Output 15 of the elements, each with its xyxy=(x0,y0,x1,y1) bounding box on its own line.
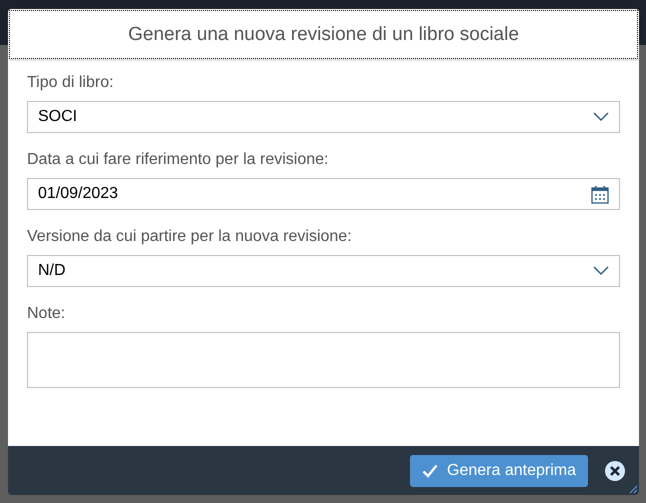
notes-field[interactable] xyxy=(27,332,620,388)
dropdown-field[interactable]: N/D xyxy=(27,255,620,287)
dialog-title: Genera una nuova revisione di un libro sociale xyxy=(128,24,519,46)
date-field[interactable]: 01/09/2023 xyxy=(27,178,620,210)
field-label: Versione da cui partire per la nuova revisione: xyxy=(27,228,353,246)
resize-handle-icon[interactable] xyxy=(629,485,638,494)
chevron-down-icon xyxy=(593,112,609,122)
close-icon[interactable] xyxy=(604,460,626,482)
dropdown-field[interactable]: SOCI xyxy=(27,101,620,133)
calendar-icon[interactable] xyxy=(591,184,609,204)
checkmark-icon xyxy=(422,464,438,478)
field-label: Note: xyxy=(27,305,66,323)
field-label: Tipo di libro: xyxy=(27,74,115,92)
field-label: Data a cui fare riferimento per la revisione: xyxy=(27,151,330,169)
chevron-down-icon xyxy=(593,266,609,276)
